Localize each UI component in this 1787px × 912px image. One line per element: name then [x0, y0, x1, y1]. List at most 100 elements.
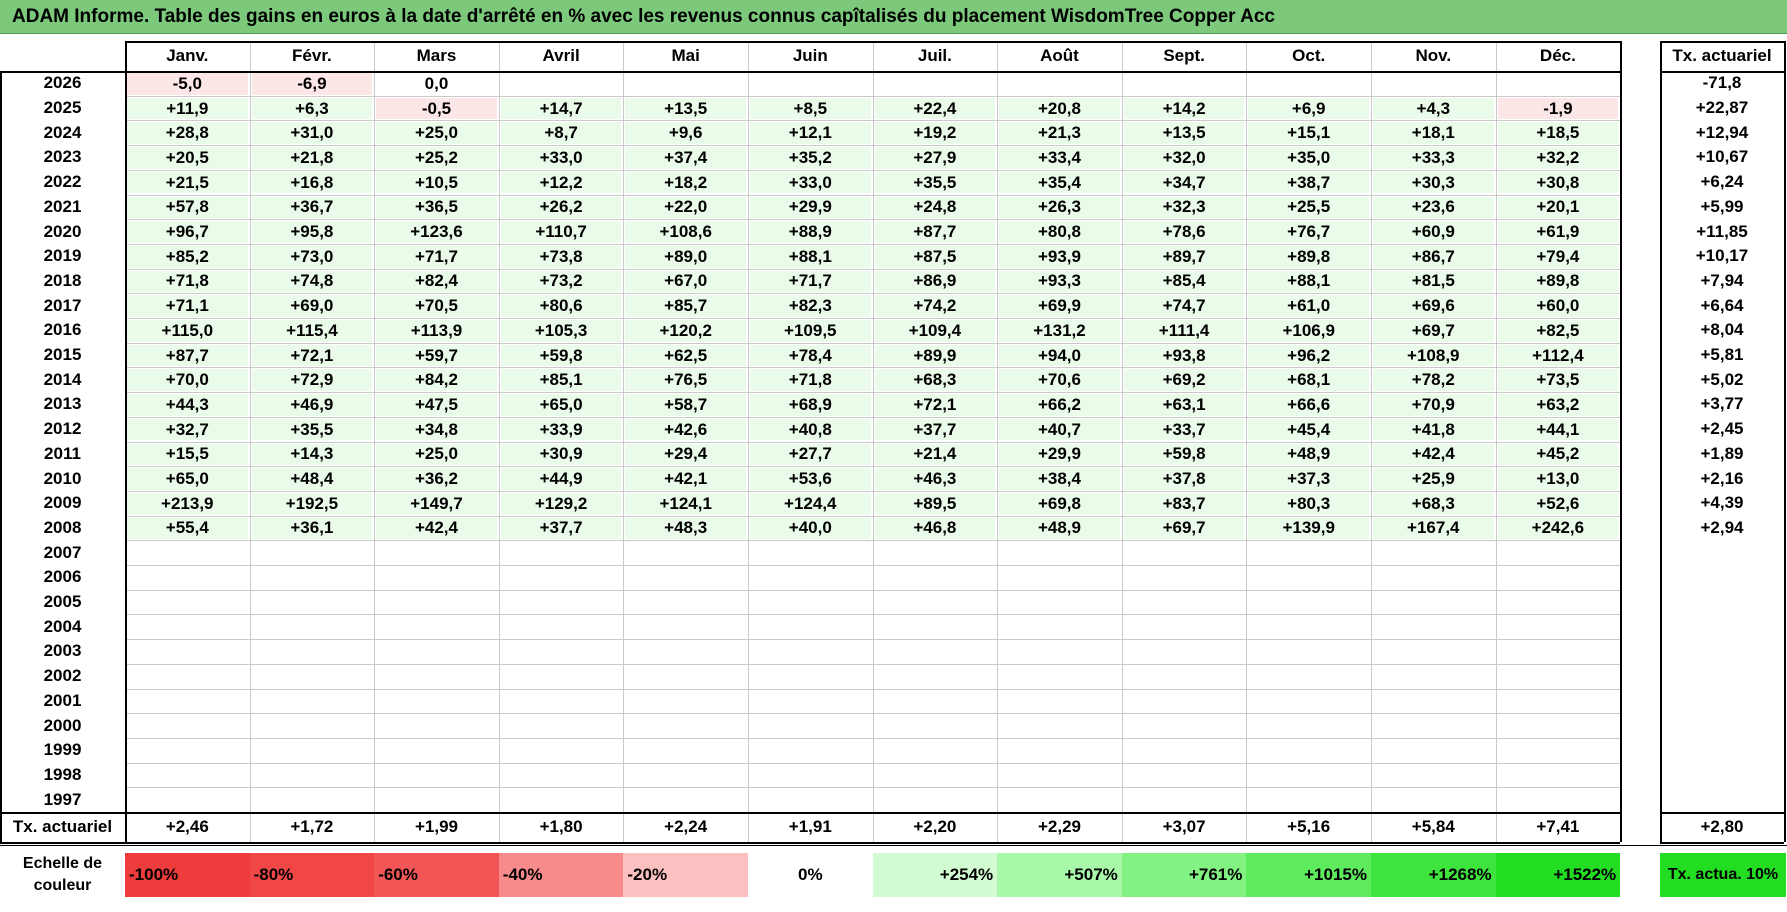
gain-cell[interactable] [750, 616, 871, 639]
gain-cell[interactable]: +61,9 [1497, 221, 1619, 243]
gain-cell[interactable] [251, 715, 373, 737]
gain-cell[interactable]: +60,9 [1373, 221, 1494, 243]
gain-cell[interactable] [1373, 73, 1494, 95]
gain-cell[interactable] [999, 73, 1120, 95]
gain-cell[interactable] [251, 616, 373, 639]
gain-cell[interactable]: +78,6 [1123, 221, 1245, 243]
gain-cell[interactable] [1123, 616, 1245, 639]
gain-cell[interactable] [1248, 641, 1369, 663]
gain-cell[interactable]: +45,2 [1497, 443, 1619, 466]
gain-cell[interactable] [625, 591, 746, 614]
gain-cell[interactable]: +22,4 [874, 97, 996, 120]
gain-cell[interactable] [874, 567, 996, 589]
gain-cell[interactable]: +48,3 [625, 517, 746, 540]
gain-cell[interactable]: +33,0 [750, 171, 871, 194]
gain-cell[interactable]: +73,2 [500, 270, 622, 293]
gain-cell[interactable] [500, 715, 622, 737]
gain-cell[interactable] [500, 616, 622, 639]
gain-cell[interactable] [1123, 591, 1245, 614]
gain-cell[interactable]: +85,1 [500, 369, 622, 392]
gain-cell[interactable] [874, 764, 996, 787]
gain-cell[interactable] [625, 764, 746, 787]
gain-cell[interactable]: +14,7 [500, 97, 622, 120]
gain-cell[interactable]: +124,1 [625, 492, 746, 515]
gain-cell[interactable]: +42,4 [1373, 443, 1494, 466]
gain-cell[interactable]: +69,0 [251, 295, 373, 317]
gain-cell[interactable]: +73,8 [500, 245, 622, 268]
gain-cell[interactable]: +167,4 [1373, 517, 1494, 540]
gain-cell[interactable]: +63,1 [1123, 394, 1245, 416]
gain-cell[interactable] [127, 641, 248, 663]
gain-cell[interactable] [500, 665, 622, 688]
gain-cell[interactable] [1497, 764, 1619, 787]
gain-cell[interactable]: +94,0 [999, 344, 1120, 367]
gain-cell[interactable]: 0,0 [376, 73, 497, 95]
gain-cell[interactable]: +48,4 [251, 468, 373, 490]
gain-cell[interactable]: +14,3 [251, 443, 373, 466]
gain-cell[interactable]: +15,1 [1248, 122, 1369, 145]
gain-cell[interactable]: +18,1 [1373, 122, 1494, 145]
gain-cell[interactable]: +18,2 [625, 171, 746, 194]
gain-cell[interactable] [999, 764, 1120, 787]
gain-cell[interactable]: +35,5 [874, 171, 996, 194]
gain-cell[interactable] [1497, 73, 1619, 95]
gain-cell[interactable]: +27,7 [750, 443, 871, 466]
gain-cell[interactable]: +37,7 [500, 517, 622, 540]
gain-cell[interactable] [1248, 690, 1369, 713]
gain-cell[interactable]: +72,9 [251, 369, 373, 392]
gain-cell[interactable] [251, 764, 373, 787]
gain-cell[interactable] [1123, 690, 1245, 713]
gain-cell[interactable]: +79,4 [1497, 245, 1619, 268]
gain-cell[interactable]: +35,0 [1248, 147, 1369, 169]
gain-cell[interactable]: +47,5 [376, 394, 497, 416]
gain-cell[interactable]: +70,6 [999, 369, 1120, 392]
gain-cell[interactable]: +57,8 [127, 196, 248, 219]
gain-cell[interactable]: +55,4 [127, 517, 248, 540]
gain-cell[interactable]: +62,5 [625, 344, 746, 367]
gain-cell[interactable] [376, 616, 497, 639]
gain-cell[interactable]: +44,1 [1497, 418, 1619, 441]
gain-cell[interactable] [750, 739, 871, 762]
gain-cell[interactable]: +70,0 [127, 369, 248, 392]
gain-cell[interactable] [1497, 641, 1619, 663]
gain-cell[interactable]: +65,0 [500, 394, 622, 416]
gain-cell[interactable] [874, 789, 996, 811]
gain-cell[interactable]: +21,5 [127, 171, 248, 194]
gain-cell[interactable]: +38,7 [1248, 171, 1369, 194]
gain-cell[interactable]: +30,8 [1497, 171, 1619, 194]
gain-cell[interactable]: +89,8 [1248, 245, 1369, 268]
gain-cell[interactable]: +26,2 [500, 196, 622, 219]
gain-cell[interactable] [750, 73, 871, 95]
gain-cell[interactable]: +33,4 [999, 147, 1120, 169]
gain-cell[interactable]: +15,5 [127, 443, 248, 466]
gain-cell[interactable]: +36,1 [251, 517, 373, 540]
gain-cell[interactable]: +70,9 [1373, 394, 1494, 416]
gain-cell[interactable]: +69,6 [1373, 295, 1494, 317]
gain-cell[interactable]: +40,8 [750, 418, 871, 441]
gain-cell[interactable]: +25,0 [376, 443, 497, 466]
gain-cell[interactable]: +59,7 [376, 344, 497, 367]
gain-cell[interactable] [376, 739, 497, 762]
gain-cell[interactable] [1373, 616, 1494, 639]
gain-cell[interactable]: +28,8 [127, 122, 248, 145]
gain-cell[interactable]: +86,7 [1373, 245, 1494, 268]
gain-cell[interactable]: +21,3 [999, 122, 1120, 145]
gain-cell[interactable] [1123, 73, 1245, 95]
gain-cell[interactable]: +13,0 [1497, 468, 1619, 490]
gain-cell[interactable] [1248, 73, 1369, 95]
gain-cell[interactable]: +78,2 [1373, 369, 1494, 392]
gain-cell[interactable] [127, 739, 248, 762]
gain-cell[interactable]: +80,8 [999, 221, 1120, 243]
gain-cell[interactable]: +115,4 [251, 320, 373, 342]
gain-cell[interactable] [500, 542, 622, 564]
gain-cell[interactable]: +6,3 [251, 97, 373, 120]
gain-cell[interactable]: +19,2 [874, 122, 996, 145]
gain-cell[interactable]: +29,4 [625, 443, 746, 466]
gain-cell[interactable] [500, 690, 622, 713]
gain-cell[interactable] [1248, 591, 1369, 614]
gain-cell[interactable] [874, 690, 996, 713]
gain-cell[interactable]: +14,2 [1123, 97, 1245, 120]
gain-cell[interactable]: +93,3 [999, 270, 1120, 293]
gain-cell[interactable] [1248, 665, 1369, 688]
gain-cell[interactable]: +59,8 [1123, 443, 1245, 466]
